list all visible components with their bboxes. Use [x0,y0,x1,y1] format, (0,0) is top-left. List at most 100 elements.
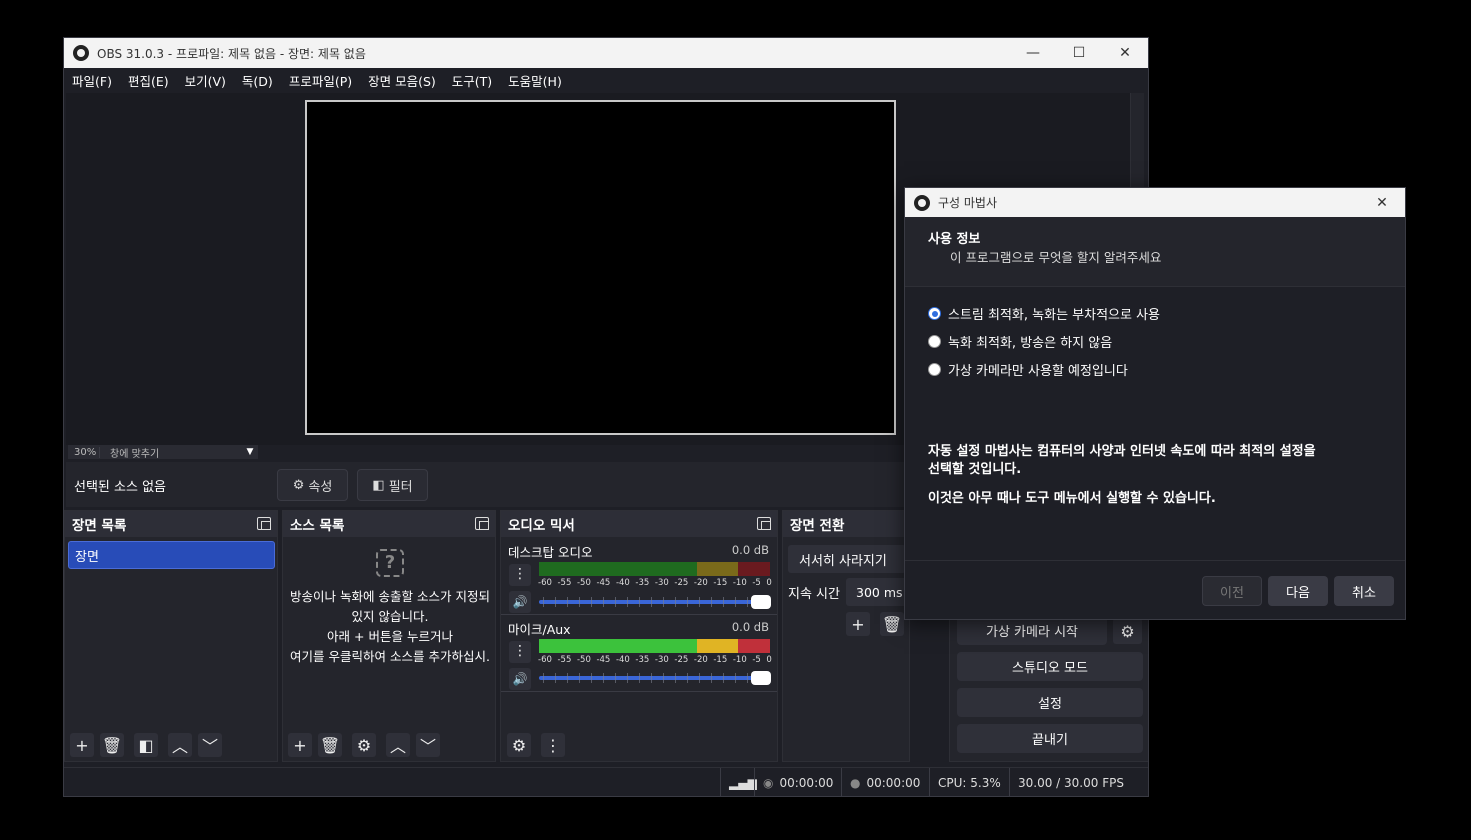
trash-icon[interactable]: 🗑 [880,612,904,636]
settings-button[interactable]: 설정 [957,688,1143,717]
scenes-dock: 장면 목록 장면 + 🗑 ◧ ︿ ﹀ [64,510,278,762]
zoom-dropdown-icon[interactable]: ▼ [242,447,258,457]
chevron-down-icon[interactable]: ﹀ [198,733,222,757]
preview-canvas[interactable] [305,100,896,435]
undock-icon[interactable] [757,517,771,530]
duration-label: 지속 시간 [788,587,840,602]
chevron-up-icon[interactable]: ︿ [168,733,192,757]
record-icon: ● [850,776,861,790]
scene-item-label: 장면 [75,549,99,565]
cpu-usage: CPU: 5.3% [929,768,1009,796]
volume-slider[interactable] [539,595,771,609]
wizard-header: 사용 정보 이 프로그램으로 무엇을 할지 알려주세요 [905,217,1405,287]
minimize-button[interactable]: — [1010,38,1056,68]
filters-label: 필터 [388,479,413,495]
speaker-icon[interactable]: 🔊 [509,591,531,613]
filters-button[interactable]: ◧ 필터 [357,469,428,501]
radio-icon[interactable] [928,363,941,376]
info-line: 자동 설정 마법사는 컴퓨터의 사양과 인터넷 속도에 따라 최적의 설정을 [928,444,1316,459]
menu-profile[interactable]: 프로파일(P) [289,71,352,90]
more-options-icon[interactable]: ⋮ [509,564,531,586]
gear-icon: ⚙ [292,477,305,493]
zoom-mode[interactable]: 창에 맞추기 [100,445,242,460]
sources-empty-hint[interactable]: ? 방송이나 녹화에 송출할 소스가 지정되 있지 않습니다. 아래 + 버튼을… [283,549,497,667]
duration-value: 300 ms [856,584,903,600]
more-options-icon[interactable]: ⋮ [541,733,565,757]
wizard-titlebar[interactable]: 구성 마법사 ✕ [905,188,1405,217]
cancel-label: 취소 [1352,585,1376,601]
option-label: 스트림 최적화, 녹화는 부차적으로 사용 [948,308,1161,323]
mixer-dock-title: 오디오 믹서 [508,518,575,534]
filter-icon: ◧ [372,477,385,493]
add-icon[interactable]: + [288,733,312,757]
undock-icon[interactable] [475,517,489,530]
hint-line: 여기를 우클릭하여 소스를 추가하십시. [290,649,490,664]
exit-button[interactable]: 끝내기 [957,724,1143,753]
studio-mode-button[interactable]: 스튜디오 모드 [957,652,1143,681]
speaker-icon[interactable]: 🔊 [509,668,531,690]
filter-icon[interactable]: ◧ [134,733,158,757]
no-source-selected-label: 선택된 소스 없음 [74,480,166,495]
trash-icon[interactable]: 🗑 [318,733,342,757]
sources-dock: 소스 목록 ? 방송이나 녹화에 송출할 소스가 지정되 있지 않습니다. 아래… [282,510,496,762]
wizard-divider [905,560,1405,561]
volume-slider[interactable] [539,671,771,685]
undock-icon[interactable] [257,517,271,530]
option-record-optimized[interactable]: 녹화 최적화, 방송은 하지 않음 [928,332,1112,351]
duration-input[interactable]: 300 ms [846,578,908,606]
transitions-dock-title: 장면 전환 [790,518,845,534]
transitions-dock: 장면 전환 서서히 사라지기 지속 시간 300 ms + 🗑 [782,510,910,762]
more-options-icon[interactable]: ⋮ [509,641,531,663]
trash-icon[interactable]: 🗑 [100,733,124,757]
menu-view[interactable]: 보기(V) [185,71,226,90]
menu-edit[interactable]: 편집(E) [128,71,169,90]
channel-name: 데스크탑 오디오 [508,545,593,560]
start-virtual-camera-button[interactable]: 가상 카메라 시작 [957,616,1107,645]
close-icon[interactable]: ✕ [1359,188,1405,218]
channel-name: 마이크/Aux [508,622,571,637]
virtual-camera-gear-icon[interactable]: ⚙ [1113,618,1142,644]
menu-file[interactable]: 파일(F) [72,71,112,90]
option-virtual-camera-only[interactable]: 가상 카메라만 사용할 예정입니다 [928,360,1128,379]
chevron-down-icon[interactable]: ﹀ [416,733,440,757]
signal-strength-icon: ▂▄▆ [720,768,757,796]
sources-dock-header: 소스 목록 [283,511,495,537]
option-stream-optimized[interactable]: 스트림 최적화, 녹화는 부차적으로 사용 [928,304,1160,323]
add-icon[interactable]: + [70,733,94,757]
close-button[interactable]: ✕ [1102,38,1148,68]
mixer-channel-mic: 마이크/Aux 0.0 dB ⋮ -60 -55 -50 -45 -40 -35 -30 -2… [501,619,777,692]
volume-meter [539,562,770,576]
stream-time: ◉ 00:00:00 [754,768,840,796]
add-icon[interactable]: + [846,612,870,636]
channel-db: 0.0 dB [731,543,769,557]
window-title: OBS 31.0.3 - 프로파일: 제목 없음 - 장면: 제목 없음 [97,46,366,61]
mixer-dock-header: 오디오 믹서 [501,511,777,537]
obs-logo-icon [914,194,930,211]
hint-line: 있지 않습니다. [351,609,429,624]
back-button[interactable]: 이전 [1202,576,1262,606]
main-titlebar[interactable]: OBS 31.0.3 - 프로파일: 제목 없음 - 장면: 제목 없음 — ☐… [64,38,1148,68]
gear-icon[interactable]: ⚙ [352,733,376,757]
advanced-audio-gear-icon[interactable]: ⚙ [507,733,531,757]
exit-label: 끝내기 [1032,733,1068,748]
menu-tools[interactable]: 도구(T) [452,71,492,90]
cancel-button[interactable]: 취소 [1334,576,1394,606]
menu-dock[interactable]: 독(D) [242,71,273,90]
radio-selected-icon[interactable] [928,307,941,320]
properties-button[interactable]: ⚙ 속성 [277,469,348,501]
zoom-bar: 30% 창에 맞추기 ▼ [68,445,258,460]
next-button[interactable]: 다음 [1268,576,1328,606]
menu-scene-collection[interactable]: 장면 모음(S) [368,71,436,90]
scene-list-item[interactable]: 장면 [68,541,275,569]
info-line: 이것은 아무 때나 도구 메뉴에서 실행할 수 있습니다. [928,491,1216,506]
transition-select[interactable]: 서서히 사라지기 [788,545,906,573]
hint-line: 방송이나 녹화에 송출할 소스가 지정되 [290,589,490,604]
question-icon: ? [376,549,404,577]
maximize-button[interactable]: ☐ [1056,38,1102,68]
volume-meter [539,639,770,653]
menu-help[interactable]: 도움말(H) [508,71,562,90]
chevron-up-icon[interactable]: ︿ [386,733,410,757]
config-wizard-dialog: 구성 마법사 ✕ 사용 정보 이 프로그램으로 무엇을 할지 알려주세요 스트림… [904,187,1406,620]
fps-value: 30.00 / 30.00 FPS [1018,776,1124,790]
radio-icon[interactable] [928,335,941,348]
